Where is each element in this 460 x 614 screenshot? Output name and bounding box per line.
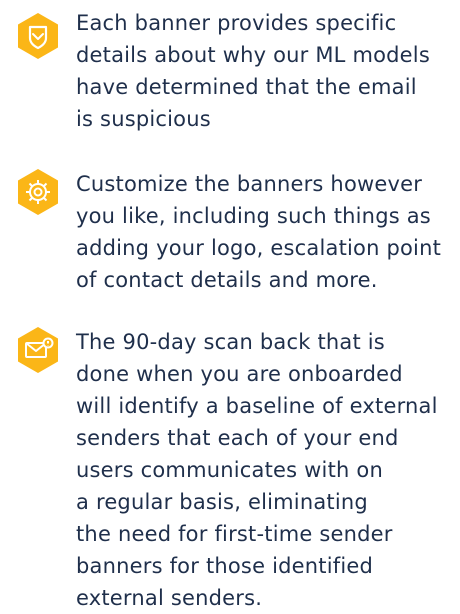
feature-text: Each banner provides specific details ab… <box>76 11 430 131</box>
feature-text: Customize the banners however you like, … <box>76 172 442 292</box>
gear-icon <box>18 169 58 215</box>
feature-text: The 90-day scan back that is done when y… <box>76 330 438 610</box>
shield-icon <box>18 13 58 59</box>
envelope-icon <box>18 327 58 373</box>
